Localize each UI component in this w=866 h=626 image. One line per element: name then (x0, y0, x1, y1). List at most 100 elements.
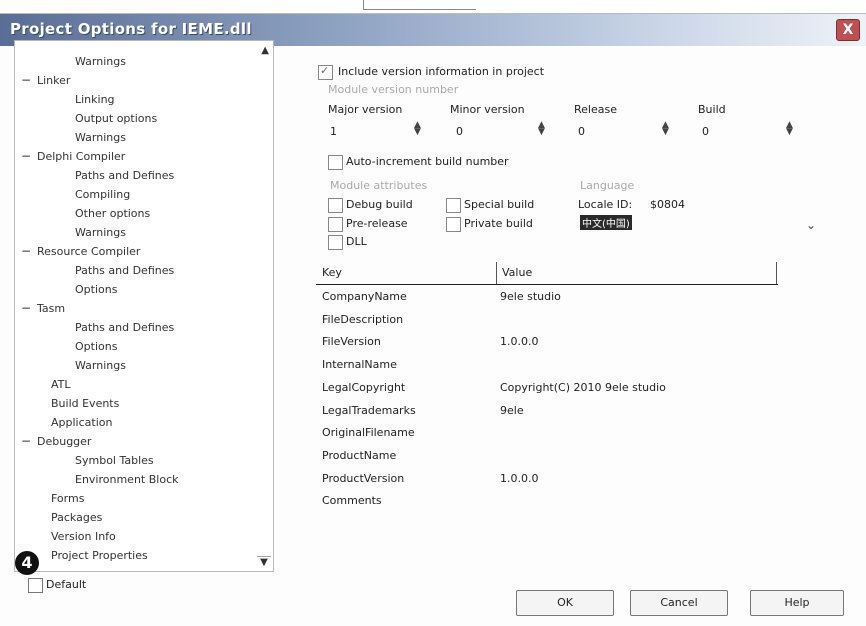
special-build-label: Special build (464, 198, 535, 211)
tree-item[interactable]: Paths and Defines (75, 321, 174, 334)
tree-item[interactable]: Symbol Tables (75, 454, 154, 467)
dll-label: DLL (346, 235, 367, 248)
auto-increment-checkbox[interactable] (328, 155, 343, 170)
tree-item[interactable]: Version Info (51, 530, 116, 543)
tree-expander-icon[interactable]: − (21, 149, 31, 163)
row-key: FileDescription (322, 312, 404, 326)
major-version-label: Major version (328, 103, 403, 116)
row-key: LegalTrademarks (322, 403, 416, 417)
dll-checkbox[interactable] (328, 235, 343, 250)
major-version-spinner[interactable]: ▲ ▼ (414, 121, 421, 137)
special-build-checkbox[interactable] (446, 198, 461, 213)
tree-item[interactable]: Environment Block (75, 473, 179, 486)
table-row[interactable]: ProductName (322, 449, 782, 471)
version-info-table: Key Value CompanyName 9ele studio FileDesc… (316, 262, 786, 552)
release-spinner[interactable]: ▲ ▼ (662, 121, 669, 137)
table-row[interactable]: LegalCopyright Copyright(C) 2010 9ele stu… (322, 381, 782, 403)
row-value[interactable]: 9ele (500, 404, 524, 417)
tree-expander-icon[interactable]: − (21, 301, 31, 315)
module-version-label: Module version number (328, 83, 459, 96)
minor-version-label: Minor version (450, 103, 525, 116)
build-label: Build (698, 103, 726, 116)
tree-expander-icon[interactable]: − (21, 244, 31, 258)
tree-item[interactable]: Packages (51, 511, 102, 524)
major-version-input[interactable]: 1 (330, 125, 337, 138)
tree-item[interactable]: Warnings (75, 359, 126, 372)
chevron-down-icon[interactable]: ⌄ (806, 218, 816, 232)
default-checkbox-label: Default (46, 578, 87, 591)
row-key: ProductVersion (322, 471, 405, 485)
language-label: Language (580, 179, 635, 192)
auto-increment-label: Auto-increment build number (346, 155, 509, 168)
default-checkbox[interactable] (28, 578, 43, 593)
key-column-header[interactable]: Key (322, 266, 342, 279)
tree-item[interactable]: Output options (75, 112, 157, 125)
tree-item[interactable]: Warnings (75, 131, 126, 144)
tree-item[interactable]: Compiling (75, 188, 130, 201)
tree-item[interactable]: Warnings (75, 55, 126, 68)
tree-item[interactable]: Paths and Defines (75, 264, 174, 277)
column-divider[interactable] (496, 262, 497, 284)
step-badge: 4 (15, 551, 39, 575)
minor-version-spinner[interactable]: ▲ ▼ (538, 121, 545, 137)
table-row[interactable]: FileDescription (322, 313, 782, 335)
close-button[interactable]: X (836, 19, 860, 41)
tree-item[interactable]: Tasm (37, 302, 65, 315)
tree-item[interactable]: Linker (37, 74, 70, 87)
table-row[interactable]: LegalTrademarks 9ele (322, 404, 782, 426)
cancel-button[interactable]: Cancel (630, 590, 728, 616)
tree-item[interactable]: Debugger (37, 435, 91, 448)
minor-version-input[interactable]: 0 (456, 125, 463, 138)
release-input[interactable]: 0 (578, 125, 585, 138)
tree-item[interactable]: Other options (75, 207, 150, 220)
scroll-down-icon[interactable]: ▼ (257, 556, 271, 569)
value-column-header[interactable]: Value (502, 266, 532, 279)
table-row[interactable]: ProductVersion 1.0.0.0 (322, 472, 782, 494)
tree-item[interactable]: Resource Compiler (37, 245, 140, 258)
tree-item[interactable]: Project Properties (51, 549, 148, 562)
ok-button[interactable]: OK (516, 590, 614, 616)
table-row[interactable]: CompanyName 9ele studio (322, 290, 782, 312)
include-version-label: Include version information in project (338, 65, 545, 78)
table-row[interactable]: OriginalFilename (322, 426, 782, 448)
tree-item[interactable]: Delphi Compiler (37, 150, 125, 163)
table-header: Key Value (316, 262, 778, 285)
tree-item[interactable]: Options (75, 340, 117, 353)
tree-item[interactable]: Build Events (51, 397, 119, 410)
tree-item[interactable]: Linking (75, 93, 115, 106)
options-tree[interactable]: ▲ Warnings − Linker Linking Output options Wa… (14, 40, 274, 572)
table-row[interactable]: FileVersion 1.0.0.0 (322, 335, 782, 357)
table-row[interactable]: Comments (322, 494, 782, 516)
row-key: Comments (322, 494, 382, 508)
tree-expander-icon[interactable]: − (21, 73, 31, 87)
pre-release-checkbox[interactable] (328, 217, 343, 232)
tree-item[interactable]: Warnings (75, 226, 126, 239)
help-button[interactable]: Help (750, 590, 844, 616)
release-label: Release (574, 103, 617, 116)
locale-id-value: $0804 (650, 198, 685, 211)
row-value[interactable]: Copyright(C) 2010 9ele studio (500, 381, 666, 394)
table-row[interactable]: InternalName (322, 358, 782, 380)
tree-item[interactable]: Paths and Defines (75, 169, 174, 182)
locale-select[interactable]: 中文(中国) (580, 215, 670, 231)
row-value[interactable]: 1.0.0.0 (500, 335, 538, 348)
tree-item[interactable]: Forms (51, 492, 84, 505)
scroll-up-icon[interactable]: ▲ (261, 45, 269, 56)
build-input[interactable]: 0 (702, 125, 709, 138)
build-spinner[interactable]: ▲ ▼ (786, 121, 793, 137)
window-title: Project Options for IEME.dll (10, 20, 252, 38)
row-value[interactable]: 1.0.0.0 (500, 472, 538, 485)
column-divider-end[interactable] (776, 262, 777, 284)
private-build-checkbox[interactable] (446, 217, 461, 232)
locale-select-value: 中文(中国) (580, 215, 632, 230)
include-version-checkbox[interactable] (318, 64, 333, 80)
row-key: CompanyName (322, 290, 407, 303)
tree-item[interactable]: Options (75, 283, 117, 296)
debug-build-checkbox[interactable] (328, 198, 343, 213)
tree-item[interactable]: ATL (51, 378, 71, 391)
row-key: ProductName (322, 448, 397, 462)
tree-item[interactable]: Application (51, 416, 112, 429)
module-attributes-label: Module attributes (330, 179, 428, 192)
row-value[interactable]: 9ele studio (500, 290, 561, 303)
tree-expander-icon[interactable]: − (21, 434, 31, 448)
